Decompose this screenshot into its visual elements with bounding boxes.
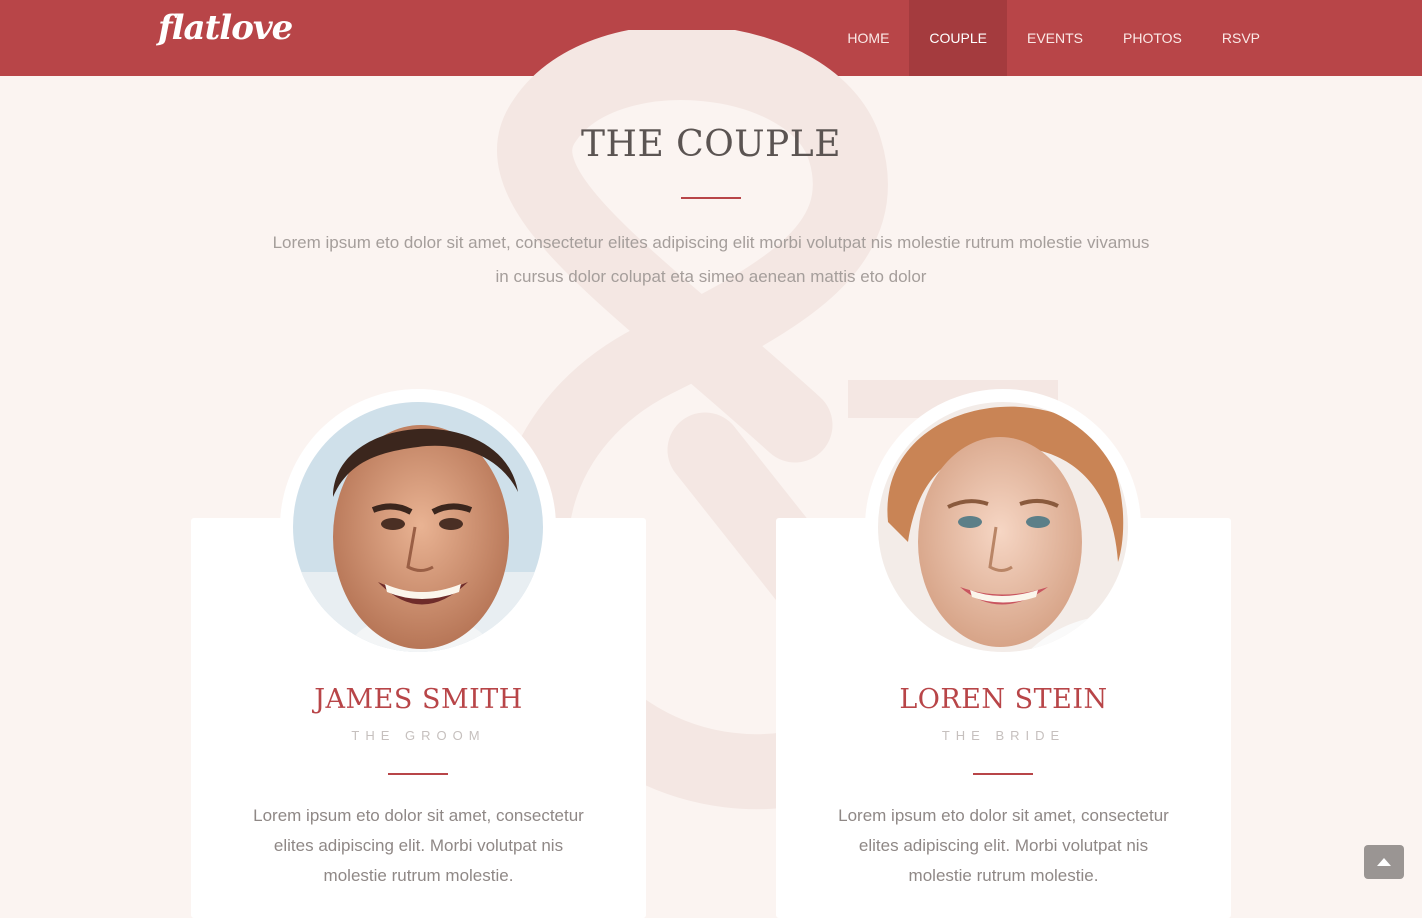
navbar: flatlove HOME COUPLE EVENTS PHOTOS RSVP [0,0,1422,76]
scroll-top-button[interactable] [1364,845,1404,879]
groom-bio: Lorem ipsum eto dolor sit amet, consecte… [253,806,584,885]
bride-role: THE BRIDE [941,728,1066,743]
nav-item-rsvp[interactable]: RSVP [1202,0,1280,76]
bride-avatar-ring [865,389,1141,665]
section-title: THE COUPLE [581,124,841,165]
bride-divider [973,773,1033,775]
nav-item-events[interactable]: EVENTS [1007,0,1103,76]
groom-avatar [293,402,543,652]
bride-name: LOREN STEIN [899,684,1108,715]
nav-item-couple[interactable]: COUPLE [909,0,1007,76]
nav-menu: HOME COUPLE EVENTS PHOTOS RSVP [827,0,1280,76]
chevron-up-icon [1377,858,1391,866]
site-logo[interactable]: flatlove [158,8,293,48]
groom-divider [388,773,448,775]
bride-avatar [878,402,1128,652]
bride-bio: Lorem ipsum eto dolor sit amet, consecte… [838,806,1169,885]
section-intro: Lorem ipsum eto dolor sit amet, consecte… [272,233,1150,286]
nav-item-home[interactable]: HOME [827,0,909,76]
groom-role: THE GROOM [351,728,486,743]
groom-name: JAMES SMITH [314,684,523,715]
groom-avatar-ring [280,389,556,665]
title-divider [681,197,741,199]
nav-item-photos[interactable]: PHOTOS [1103,0,1202,76]
